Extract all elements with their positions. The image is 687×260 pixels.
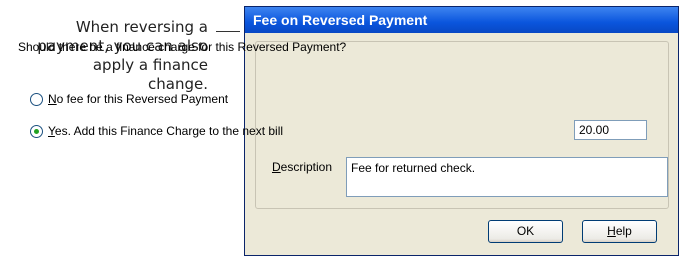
callout-line-3: apply a finance xyxy=(92,56,208,74)
add-fee-radio[interactable] xyxy=(30,124,43,138)
add-fee-option[interactable]: Yes. Add this Finance Charge to the next… xyxy=(30,124,283,138)
callout-line-1: When reversing a xyxy=(75,18,208,36)
help-button[interactable]: Help xyxy=(582,220,657,243)
callout-text: When reversing a payment, you can also a… xyxy=(0,18,208,94)
no-fee-option[interactable]: No fee for this Reversed Payment xyxy=(30,92,228,106)
no-fee-label: No fee for this Reversed Payment xyxy=(48,92,229,106)
description-input[interactable]: Fee for returned check. xyxy=(346,157,668,197)
dialog-title: Fee on Reversed Payment xyxy=(245,7,678,33)
description-label: Description xyxy=(272,160,333,174)
callout-pointer-line xyxy=(216,31,240,32)
ok-button[interactable]: OK xyxy=(488,220,563,243)
add-fee-label: Yes. Add this Finance Charge to the next… xyxy=(48,124,284,138)
no-fee-radio[interactable] xyxy=(30,92,43,106)
question-label: Should there be a finance charge for thi… xyxy=(18,40,347,54)
finance-charge-amount-input[interactable]: 20.00 xyxy=(574,120,647,140)
